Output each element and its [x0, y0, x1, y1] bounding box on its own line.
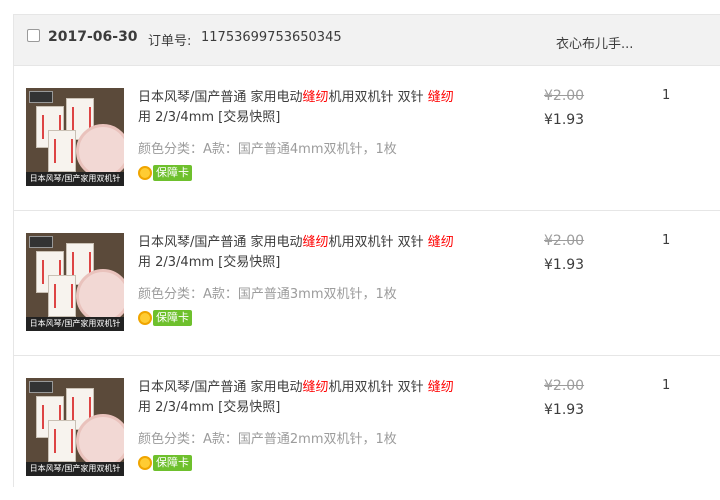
original-price: ¥2.00	[544, 88, 585, 104]
product-title-link[interactable]: 日本风琴/国产普通 家用电动缝纫机用双机针 双针 缝纫用 2/3/4mm [交易…	[138, 88, 508, 128]
quantity: 1	[662, 88, 671, 103]
flower-icon	[138, 456, 152, 470]
actual-price: ¥1.93	[544, 402, 585, 418]
thumbnail-banner: 日本风琴/国产家用双机针	[26, 172, 124, 186]
thumbnail-banner: 日本风琴/国产家用双机针	[26, 317, 124, 331]
product-title-link[interactable]: 日本风琴/国产普通 家用电动缝纫机用双机针 双针 缝纫用 2/3/4mm [交易…	[138, 378, 508, 418]
order-number-label: 订单号:	[148, 34, 192, 49]
shop-name-link[interactable]: 衣心布儿手...	[556, 33, 633, 52]
order-header: 2017-06-30 订单号: 11753699753650345 衣心布儿手.…	[14, 15, 720, 66]
product-sku: 颜色分类：A款：国产普通3mm双机针，1枚	[138, 287, 397, 302]
quantity: 1	[662, 233, 671, 248]
product-sku: 颜色分类：A款：国产普通2mm双机针，1枚	[138, 432, 397, 447]
flower-icon	[138, 311, 152, 325]
product-sku: 颜色分类：A款：国产普通4mm双机针，1枚	[138, 142, 397, 157]
order-date: 2017-06-30	[48, 29, 138, 45]
order-item: 日本风琴/国产家用双机针 日本风琴/国产普通 家用电动缝纫机用双机针 双针 缝纫…	[14, 211, 720, 356]
order-item: 日本风琴/国产家用双机针 日本风琴/国产普通 家用电动缝纫机用双机针 双针 缝纫…	[14, 66, 720, 211]
product-title-link[interactable]: 日本风琴/国产普通 家用电动缝纫机用双机针 双针 缝纫用 2/3/4mm [交易…	[138, 233, 508, 273]
quantity: 1	[662, 378, 671, 393]
order-select-checkbox[interactable]	[27, 29, 40, 42]
product-thumbnail[interactable]: 日本风琴/国产家用双机针	[26, 88, 124, 186]
original-price: ¥2.00	[544, 378, 585, 394]
order-item: 日本风琴/国产家用双机针 日本风琴/国产普通 家用电动缝纫机用双机针 双针 缝纫…	[14, 356, 720, 500]
thumbnail-banner: 日本风琴/国产家用双机针	[26, 462, 124, 476]
order-number: 11753699753650345	[201, 30, 342, 45]
product-thumbnail[interactable]: 日本风琴/国产家用双机针	[26, 233, 124, 331]
guarantee-badge[interactable]: 保障卡	[138, 454, 192, 472]
guarantee-badge[interactable]: 保障卡	[138, 164, 192, 182]
original-price: ¥2.00	[544, 233, 585, 249]
actual-price: ¥1.93	[544, 257, 585, 273]
product-thumbnail[interactable]: 日本风琴/国产家用双机针	[26, 378, 124, 476]
actual-price: ¥1.93	[544, 112, 585, 128]
flower-icon	[138, 166, 152, 180]
guarantee-badge[interactable]: 保障卡	[138, 309, 192, 327]
